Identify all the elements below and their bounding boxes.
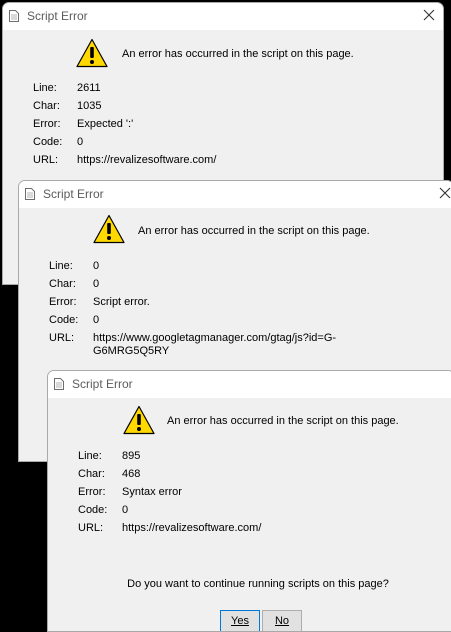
line-value: 0 (93, 260, 100, 272)
dialog-title: Script Error (43, 187, 104, 201)
close-icon[interactable] (421, 7, 437, 23)
char-label: Char: (78, 468, 105, 480)
code-value: 0 (77, 136, 84, 148)
error-value: Syntax error (122, 486, 182, 498)
error-message: An error has occurred in the script on t… (122, 48, 354, 60)
line-label: Line: (49, 260, 73, 272)
line-label: Line: (33, 82, 57, 94)
error-label: Error: (33, 118, 61, 130)
error-value: Expected ':' (77, 118, 134, 130)
line-value: 895 (122, 450, 141, 462)
line-value: 2611 (77, 82, 101, 94)
close-icon[interactable] (437, 185, 451, 201)
yes-button[interactable]: Yes (220, 610, 260, 631)
code-label: Code: (49, 314, 79, 326)
title-bar[interactable]: Script Error (48, 371, 451, 398)
char-value: 0 (93, 278, 100, 290)
url-label: URL: (33, 154, 59, 166)
code-value: 0 (93, 314, 100, 326)
warning-icon (93, 214, 125, 244)
dialog-title: Script Error (72, 377, 133, 391)
yes-label: Yes (231, 615, 249, 627)
char-label: Char: (49, 278, 76, 290)
document-icon (54, 378, 64, 390)
url-label: URL: (78, 522, 104, 534)
error-value: Script error. (93, 296, 150, 308)
url-label: URL: (49, 332, 75, 344)
error-label: Error: (49, 296, 77, 308)
char-value: 1035 (77, 100, 102, 112)
error-message: An error has occurred in the script on t… (138, 225, 370, 237)
warning-icon (76, 38, 108, 68)
url-value: https://revalizesoftware.com/ (122, 522, 262, 534)
code-label: Code: (78, 504, 108, 516)
document-icon (25, 188, 35, 200)
error-message: An error has occurred in the script on t… (167, 415, 399, 427)
dialog-title: Script Error (27, 9, 88, 23)
code-label: Code: (33, 136, 63, 148)
url-value: https://www.googletagmanager.com/gtag/js… (93, 332, 337, 357)
title-bar[interactable]: Script Error (3, 3, 443, 30)
document-icon (9, 10, 19, 22)
url-value: https://revalizesoftware.com/ (77, 154, 217, 166)
continue-question: Do you want to continue running scripts … (127, 578, 389, 590)
no-label: No (274, 615, 290, 627)
line-label: Line: (78, 450, 102, 462)
char-value: 468 (122, 468, 141, 480)
error-label: Error: (78, 486, 106, 498)
warning-icon (123, 405, 155, 435)
char-label: Char: (33, 100, 60, 112)
code-value: 0 (122, 504, 129, 516)
no-button[interactable]: No (262, 610, 302, 631)
script-error-dialog-3: Script Error An error has occurred in th… (47, 370, 451, 632)
title-bar[interactable]: Script Error (19, 181, 451, 208)
